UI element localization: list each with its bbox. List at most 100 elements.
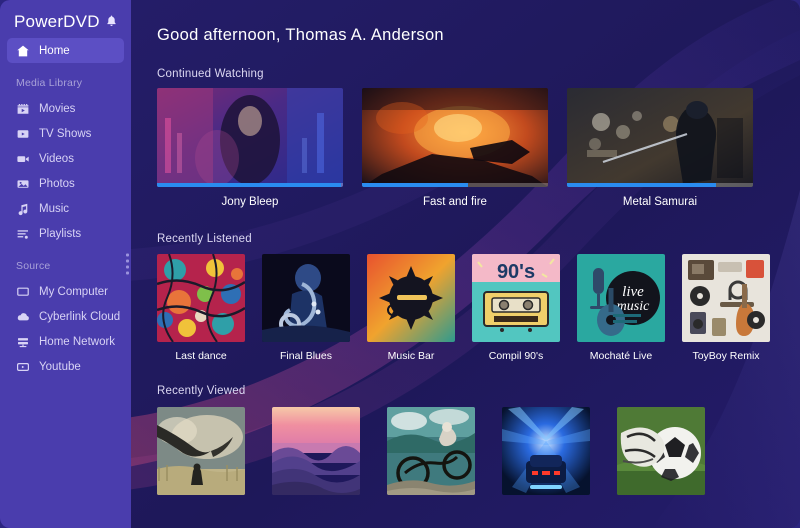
sidebar-item-label: Music — [39, 202, 70, 215]
youtube-icon — [16, 360, 30, 374]
media-card[interactable]: Metal Samurai — [567, 88, 753, 208]
progress-fill — [157, 183, 342, 187]
artwork-fire-car-chase — [362, 88, 548, 187]
sidebar-item-label: Movies — [39, 102, 76, 115]
tv-icon — [16, 127, 30, 141]
playlist-icon — [16, 227, 30, 241]
album-card[interactable]: Final Blues — [262, 254, 350, 362]
media-card[interactable]: Fast and fire — [362, 88, 548, 208]
sidebar-item-label: Home — [39, 44, 70, 57]
sidebar-item-my-computer[interactable]: My Computer — [7, 279, 124, 304]
album-title: Mochaté Live — [589, 350, 653, 362]
sidebar-item-label: My Computer — [39, 285, 109, 298]
artwork-instrument-splash — [367, 254, 455, 342]
thumbnail[interactable] — [362, 88, 548, 187]
sidebar-item-label: Playlists — [39, 227, 82, 240]
artwork-samurai-bokeh — [567, 88, 753, 187]
section-title-continued-watching: Continued Watching — [157, 68, 264, 80]
svg-text:90's: 90's — [497, 261, 535, 283]
artwork-saxophone-player — [262, 254, 350, 342]
photo-card[interactable] — [387, 407, 475, 495]
album-cover[interactable]: live music — [577, 254, 665, 342]
album-cover[interactable] — [157, 254, 245, 342]
album-title: Last dance — [175, 350, 227, 362]
sidebar-item-label: TV Shows — [39, 127, 92, 140]
page-title: Good afternoon, Thomas A. Anderson — [157, 26, 444, 44]
album-cover[interactable]: 90's — [472, 254, 560, 342]
video-camera-icon — [16, 152, 30, 166]
media-title: Jony Bleep — [221, 196, 279, 208]
sidebar-item-label: Photos — [39, 177, 75, 190]
album-card[interactable]: ToyBoy Remix — [682, 254, 770, 362]
sidebar-item-playlists[interactable]: Playlists — [7, 221, 124, 246]
artwork-gear-flatlay — [682, 254, 770, 342]
progress-fill — [567, 183, 716, 187]
artwork-soccer-ball-cleat — [617, 407, 705, 495]
sidebar-item-photos[interactable]: Photos — [7, 171, 124, 196]
media-card[interactable]: Jony Bleep — [157, 88, 343, 208]
album-cover[interactable] — [682, 254, 770, 342]
artwork-cassette-90s: 90's — [472, 254, 560, 342]
photo-icon — [16, 177, 30, 191]
artwork-doodle-collage — [157, 254, 245, 342]
photo-card[interactable] — [157, 407, 245, 495]
powerdvd-window: PowerDVD Home Media Library Movies TV Sh… — [0, 0, 800, 528]
album-card[interactable]: Last dance — [157, 254, 245, 362]
network-icon — [16, 335, 30, 349]
sidebar: PowerDVD Home Media Library Movies TV Sh… — [0, 0, 131, 528]
media-title: Fast and fire — [423, 196, 487, 208]
album-title: Compil 90's — [488, 350, 544, 362]
brand-row: PowerDVD — [0, 8, 131, 38]
sidebar-item-home[interactable]: Home — [7, 38, 124, 63]
thumbnail[interactable] — [567, 88, 753, 187]
sidebar-item-home-network[interactable]: Home Network — [7, 329, 124, 354]
album-card[interactable]: Music Bar — [367, 254, 455, 362]
sidebar-item-label: Cyberlink Cloud — [39, 310, 121, 323]
section-title-recently-viewed: Recently Viewed — [157, 385, 246, 397]
sidebar-group-label-media-library: Media Library — [16, 77, 83, 89]
album-card[interactable]: 90's Compil 90's — [472, 254, 560, 362]
cloud-icon — [16, 310, 30, 324]
album-cover[interactable] — [262, 254, 350, 342]
recently-viewed-row — [157, 407, 800, 495]
artwork-neon-city-man — [157, 88, 343, 187]
sidebar-group-label-source: Source — [16, 260, 51, 272]
artwork-blue-tunnel-car — [502, 407, 590, 495]
artwork-eagle-field — [157, 407, 245, 495]
album-cover[interactable] — [367, 254, 455, 342]
music-note-icon — [16, 202, 30, 216]
artwork-pink-mountains — [272, 407, 360, 495]
album-title: Music Bar — [387, 350, 435, 362]
photo-card[interactable] — [502, 407, 590, 495]
home-icon — [16, 44, 30, 58]
thumbnail[interactable] — [157, 88, 343, 187]
recently-listened-row: Last dance Final Blues Music Bar 90's Co… — [157, 254, 800, 362]
drag-handle[interactable] — [126, 253, 129, 275]
artwork-live-music-guitar: live music — [577, 254, 665, 342]
album-title: Final Blues — [280, 350, 332, 362]
progress-fill — [362, 183, 469, 187]
continued-watching-row: Jony Bleep Fast and fire Metal Samurai — [157, 88, 800, 208]
content-area: Good afternoon, Thomas A. Anderson Conti… — [131, 0, 800, 495]
sidebar-item-label: Home Network — [39, 335, 116, 348]
sidebar-item-music[interactable]: Music — [7, 196, 124, 221]
bell-icon[interactable] — [106, 15, 117, 30]
sidebar-item-videos[interactable]: Videos — [7, 146, 124, 171]
media-title: Metal Samurai — [622, 196, 698, 208]
sidebar-item-label: Videos — [39, 152, 74, 165]
monitor-icon — [16, 285, 30, 299]
sidebar-item-label: Youtube — [39, 360, 81, 373]
album-card[interactable]: live music Mochaté Live — [577, 254, 665, 362]
sidebar-item-cyberlink-cloud[interactable]: Cyberlink Cloud — [7, 304, 124, 329]
app-title: PowerDVD — [14, 12, 100, 31]
photo-card[interactable] — [617, 407, 705, 495]
sidebar-item-tv-shows[interactable]: TV Shows — [7, 121, 124, 146]
sidebar-item-movies[interactable]: Movies — [7, 96, 124, 121]
main-content: Good afternoon, Thomas A. Anderson Conti… — [131, 0, 800, 528]
artwork-mountain-biker — [387, 407, 475, 495]
sidebar-item-youtube[interactable]: Youtube — [7, 354, 124, 379]
clapperboard-icon — [16, 102, 30, 116]
photo-card[interactable] — [272, 407, 360, 495]
svg-text:live: live — [622, 284, 644, 300]
album-title: ToyBoy Remix — [692, 350, 760, 362]
